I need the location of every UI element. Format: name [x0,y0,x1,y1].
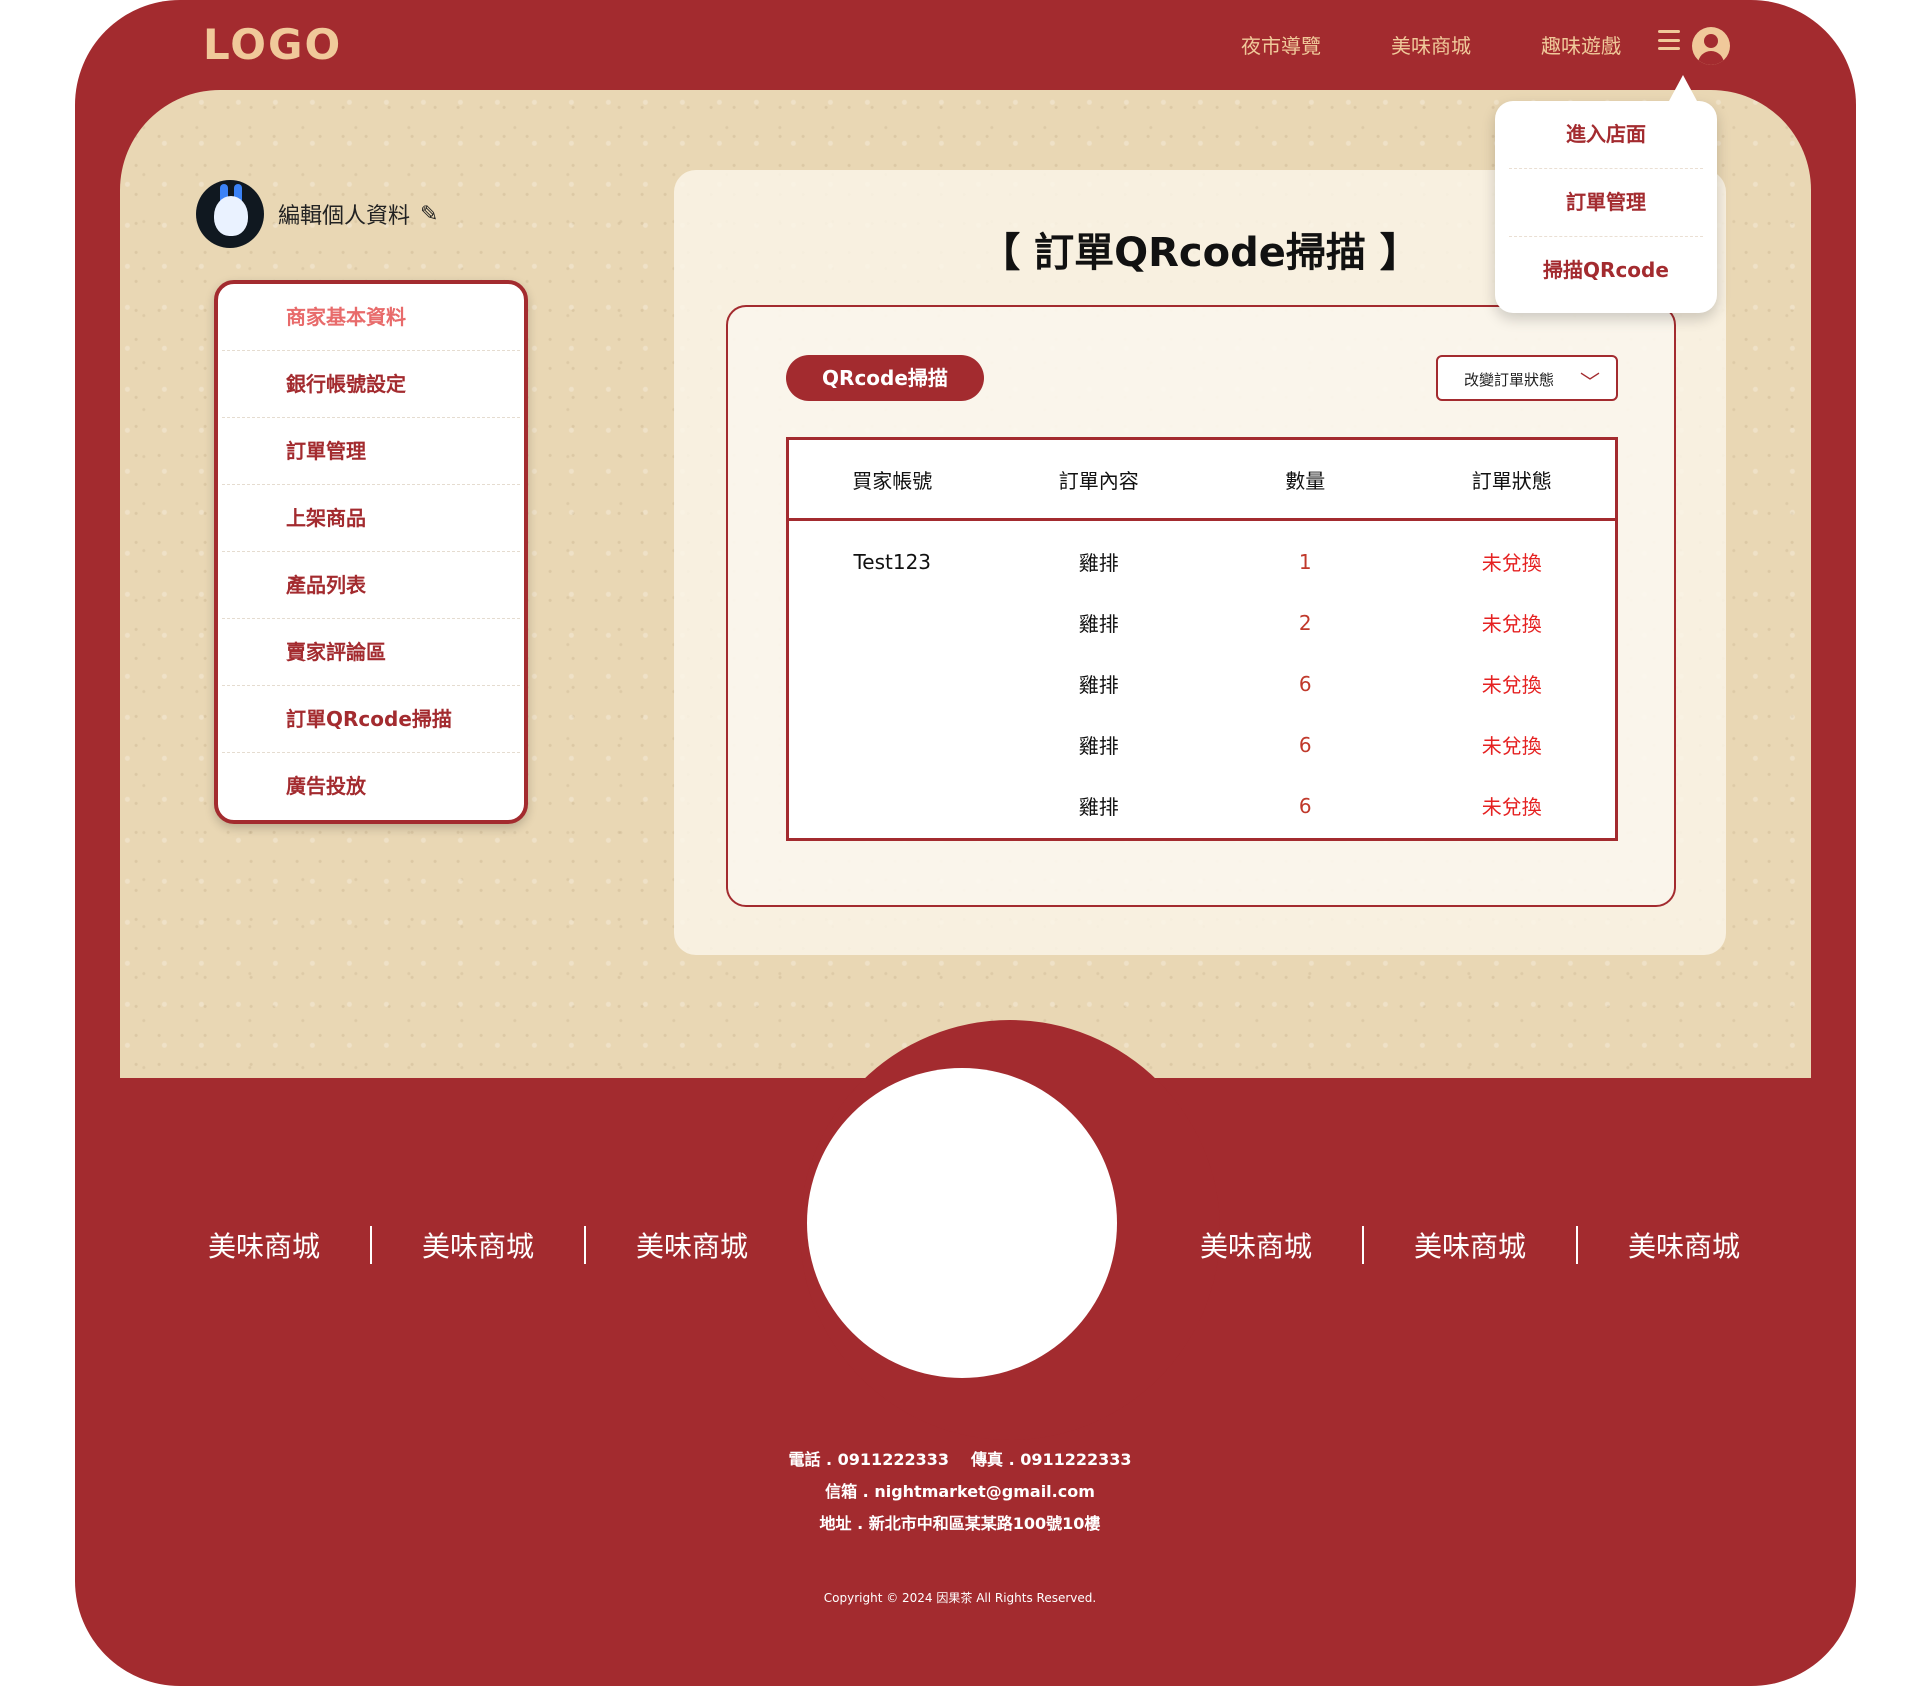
nav-night-market-guide[interactable]: 夜市導覽 [1206,30,1356,59]
order-status-select[interactable]: 改變訂單狀態 ﹀ [1436,355,1618,401]
cell-content: 雞排 [1078,551,1119,575]
cell-quantity: 2 [1298,610,1312,635]
sidebar-item-bank-account[interactable]: 銀行帳號設定 [222,351,520,418]
cell-content: 雞排 [1078,612,1119,636]
order-card: QRcode掃描 改變訂單狀態 ﹀ 買家帳號 訂單內容 數量 訂單狀態 Test… [726,305,1676,907]
sidebar-item-store-info[interactable]: 商家基本資料 [222,284,520,351]
table-header: 買家帳號 訂單內容 數量 訂單狀態 [789,440,1615,521]
sidebar-item-list-product[interactable]: 上架商品 [222,485,520,552]
footer-address: 地址 . 新北市中和區某某路100號10樓 [819,1514,1101,1533]
cell-status: 未兌換 [1481,551,1542,575]
sidebar-item-product-list[interactable]: 產品列表 [222,552,520,619]
cell-quantity: 1 [1298,549,1312,574]
user-dropdown-menu: 進入店面 訂單管理 掃描QRcode [1495,75,1717,313]
col-status: 訂單狀態 [1471,468,1552,493]
footer-logo-circle [807,1068,1117,1378]
logo[interactable]: LOGO [203,20,342,69]
qrcode-scan-button[interactable]: QRcode掃描 [786,355,984,401]
footer-link[interactable]: 美味商城 [1578,1225,1790,1265]
table-row[interactable]: 雞排 6 未兌換 [789,653,1615,714]
footer-link[interactable]: 美味商城 [158,1225,370,1265]
footer-link[interactable]: 美味商城 [372,1225,584,1265]
footer-fax: 傳真 . 0911222333 [971,1450,1132,1469]
footer-link[interactable]: 美味商城 [586,1225,798,1265]
cell-quantity: 6 [1298,793,1312,818]
cell-content: 雞排 [1078,673,1119,697]
cell-status: 未兌換 [1481,734,1542,758]
cell-buyer: Test123 [853,549,932,574]
table-body: Test123 雞排 1 未兌換 雞排 2 未兌換 雞排 6 未兌換 雞排 6 … [789,521,1615,836]
nav-food-mall[interactable]: 美味商城 [1356,30,1506,59]
col-content: 訂單內容 [1058,468,1139,493]
cell-status: 未兌換 [1481,612,1542,636]
dropdown-item-enter-store[interactable]: 進入店面 [1509,101,1703,169]
sidebar-item-qrcode-scan[interactable]: 訂單QRcode掃描 [222,686,520,753]
copyright: Copyright © 2024 因果茶 All Rights Reserved… [823,1591,1097,1605]
col-buyer: 買家帳號 [852,468,933,493]
hamburger-menu-icon[interactable] [1658,30,1680,50]
sidebar-item-reviews[interactable]: 賣家評論區 [222,619,520,686]
profile-header: 編輯個人資料 ✎ [196,180,438,248]
seller-sidebar: 商家基本資料 銀行帳號設定 訂單管理 上架商品 產品列表 賣家評論區 訂單QRc… [214,280,528,824]
table-row[interactable]: Test123 雞排 1 未兌換 [789,531,1615,592]
sidebar-item-ads[interactable]: 廣告投放 [222,753,520,820]
dropdown-item-order-management[interactable]: 訂單管理 [1509,169,1703,237]
cell-content: 雞排 [1078,795,1119,819]
user-account-icon[interactable] [1692,27,1730,65]
footer-phone: 電話 . 0911222333 [788,1450,949,1469]
status-select-label: 改變訂單狀態 [1464,371,1555,389]
orders-table: 買家帳號 訂單內容 數量 訂單狀態 Test123 雞排 1 未兌換 雞排 2 … [786,437,1618,841]
avatar [196,180,264,248]
sidebar-item-order-management[interactable]: 訂單管理 [222,418,520,485]
top-nav: 夜市導覽 美味商城 趣味遊戲 [1206,30,1656,59]
edit-profile-link[interactable]: 編輯個人資料 [278,198,410,230]
footer-email: 信箱 . nightmarket@gmail.com [825,1482,1095,1501]
dropdown-item-scan-qrcode[interactable]: 掃描QRcode [1509,237,1703,304]
chevron-down-icon: ﹀ [1580,370,1600,394]
footer-link[interactable]: 美味商城 [1150,1225,1362,1265]
footer-link[interactable]: 美味商城 [1364,1225,1576,1265]
cell-status: 未兌換 [1481,795,1542,819]
footer-links-right: 美味商城 美味商城 美味商城 [1150,1225,1790,1265]
table-row[interactable]: 雞排 6 未兌換 [789,775,1615,836]
cell-quantity: 6 [1298,732,1312,757]
cell-content: 雞排 [1078,734,1119,758]
table-row[interactable]: 雞排 2 未兌換 [789,592,1615,653]
table-row[interactable]: 雞排 6 未兌換 [789,714,1615,775]
contact-phone-fax: 電話 . 0911222333 傳真 . 0911222333 [0,1446,1920,1470]
footer-links-left: 美味商城 美味商城 美味商城 [158,1225,798,1265]
pencil-icon[interactable]: ✎ [420,202,438,227]
cell-status: 未兌換 [1481,673,1542,697]
cell-quantity: 6 [1298,671,1312,696]
nav-fun-games[interactable]: 趣味遊戲 [1506,30,1656,59]
col-quantity: 數量 [1285,468,1326,493]
